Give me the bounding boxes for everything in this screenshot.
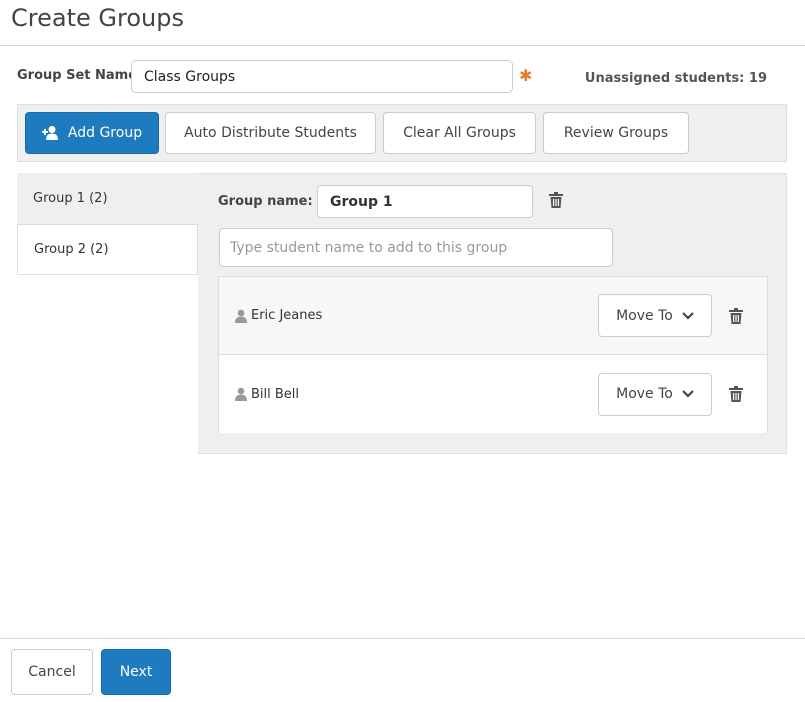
add-users-icon — [41, 125, 60, 141]
group-toolbar: Add Group Auto Distribute Students Clear… — [17, 104, 787, 162]
tab-group-2[interactable]: Group 2 (2) — [17, 224, 198, 275]
student-name-text: Bill Bell — [251, 386, 300, 402]
unassigned-students-count: Unassigned students: 19 — [584, 71, 767, 86]
list-item: Eric Jeanes Move To — [219, 277, 767, 355]
chevron-down-icon — [682, 390, 694, 398]
chevron-down-icon — [682, 311, 694, 320]
next-button[interactable]: Next — [101, 649, 171, 695]
review-groups-button[interactable]: Review Groups — [543, 112, 689, 154]
tab-group-1[interactable]: Group 1 (2) — [17, 173, 198, 224]
footer-divider — [0, 638, 805, 639]
student-search-input[interactable] — [219, 228, 613, 267]
move-to-button[interactable]: Move To — [598, 294, 712, 337]
remove-student-trash-icon[interactable] — [727, 385, 745, 403]
page-title: Create Groups — [11, 4, 184, 32]
person-icon — [235, 309, 247, 323]
group-name-label: Group name: — [218, 194, 313, 209]
auto-distribute-button[interactable]: Auto Distribute Students — [165, 112, 376, 154]
add-group-label: Add Group — [67, 125, 143, 141]
remove-student-trash-icon[interactable] — [727, 307, 745, 325]
group-set-name-input[interactable] — [131, 60, 513, 93]
list-item: Bill Bell Move To — [219, 355, 767, 433]
student-name: Eric Jeanes — [235, 308, 322, 323]
clear-all-groups-button[interactable]: Clear All Groups — [383, 112, 536, 154]
move-to-label: Move To — [616, 307, 673, 324]
cancel-button[interactable]: Cancel — [11, 649, 93, 695]
add-group-button[interactable]: Add Group — [25, 112, 159, 154]
student-list: Eric Jeanes Move To Bill Bell Move To — [218, 276, 768, 433]
student-name-text: Eric Jeanes — [251, 308, 323, 323]
tab-column-spacer — [17, 275, 198, 455]
move-to-label: Move To — [616, 386, 673, 402]
group-name-input[interactable] — [317, 185, 533, 218]
student-name: Bill Bell — [235, 387, 299, 402]
group-set-name-label: Group Set Name: — [17, 68, 143, 83]
required-indicator: ✱ — [519, 66, 533, 85]
person-icon — [235, 387, 247, 401]
delete-group-trash-icon[interactable] — [547, 191, 565, 209]
title-divider — [0, 45, 805, 46]
move-to-button[interactable]: Move To — [598, 372, 712, 416]
